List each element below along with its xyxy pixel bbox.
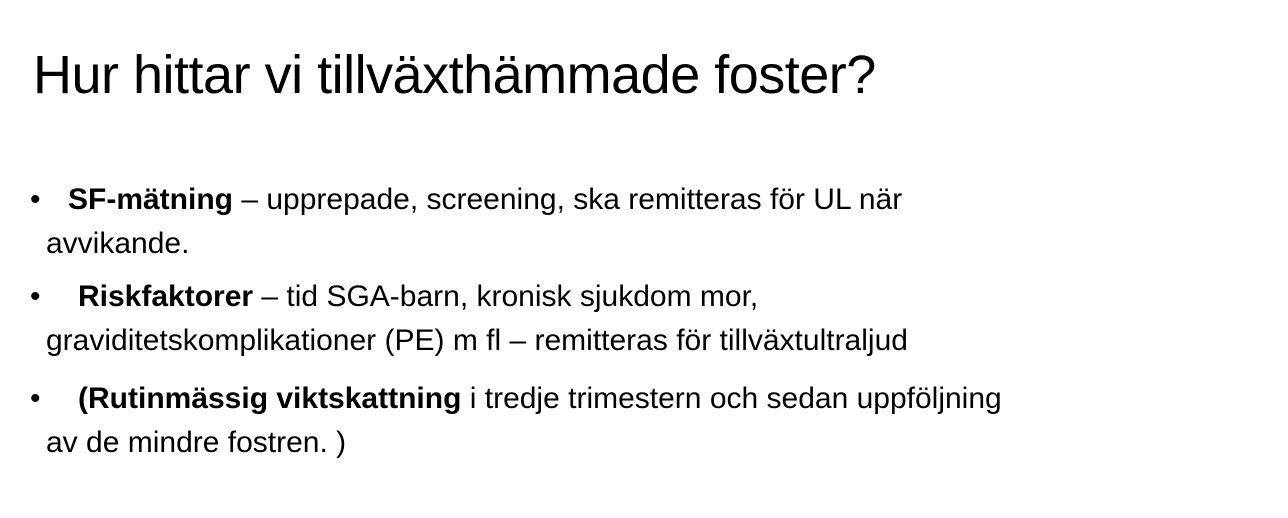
bullet-text: i tredje trimestern och sedan uppföljnin…	[461, 382, 1002, 415]
bullet-prefix: (	[78, 382, 88, 415]
bullet-text: – tid SGA-barn, kronisk sjukdom mor,	[253, 280, 759, 313]
bullet-text-cont: av de mindre fostren. )	[46, 426, 347, 459]
bullet-viktskattning: • (Rutinmässig viktskattning i tredje tr…	[30, 377, 1002, 465]
bullet-icon: •	[30, 280, 41, 313]
bullet-text: – upprepade, screening, ska remitteras f…	[233, 183, 903, 216]
bullet-icon: •	[30, 183, 41, 216]
bullet-text-cont: graviditetskomplikationer (PE) m fl – re…	[46, 324, 908, 357]
bullet-bold: Riskfaktorer	[78, 280, 254, 313]
bullet-bold: SF-mätning	[68, 183, 233, 216]
bullet-bold: Rutinmässig viktskattning	[88, 382, 462, 415]
bullet-text-cont: avvikande.	[46, 227, 190, 260]
bullet-icon: •	[30, 382, 41, 415]
slide-title: Hur hittar vi tillväxthämmade foster?	[33, 45, 876, 105]
bullet-riskfaktorer: • Riskfaktorer – tid SGA-barn, kronisk s…	[30, 275, 908, 363]
bullet-sf-matning: • SF-mätning – upprepade, screening, ska…	[30, 178, 902, 266]
